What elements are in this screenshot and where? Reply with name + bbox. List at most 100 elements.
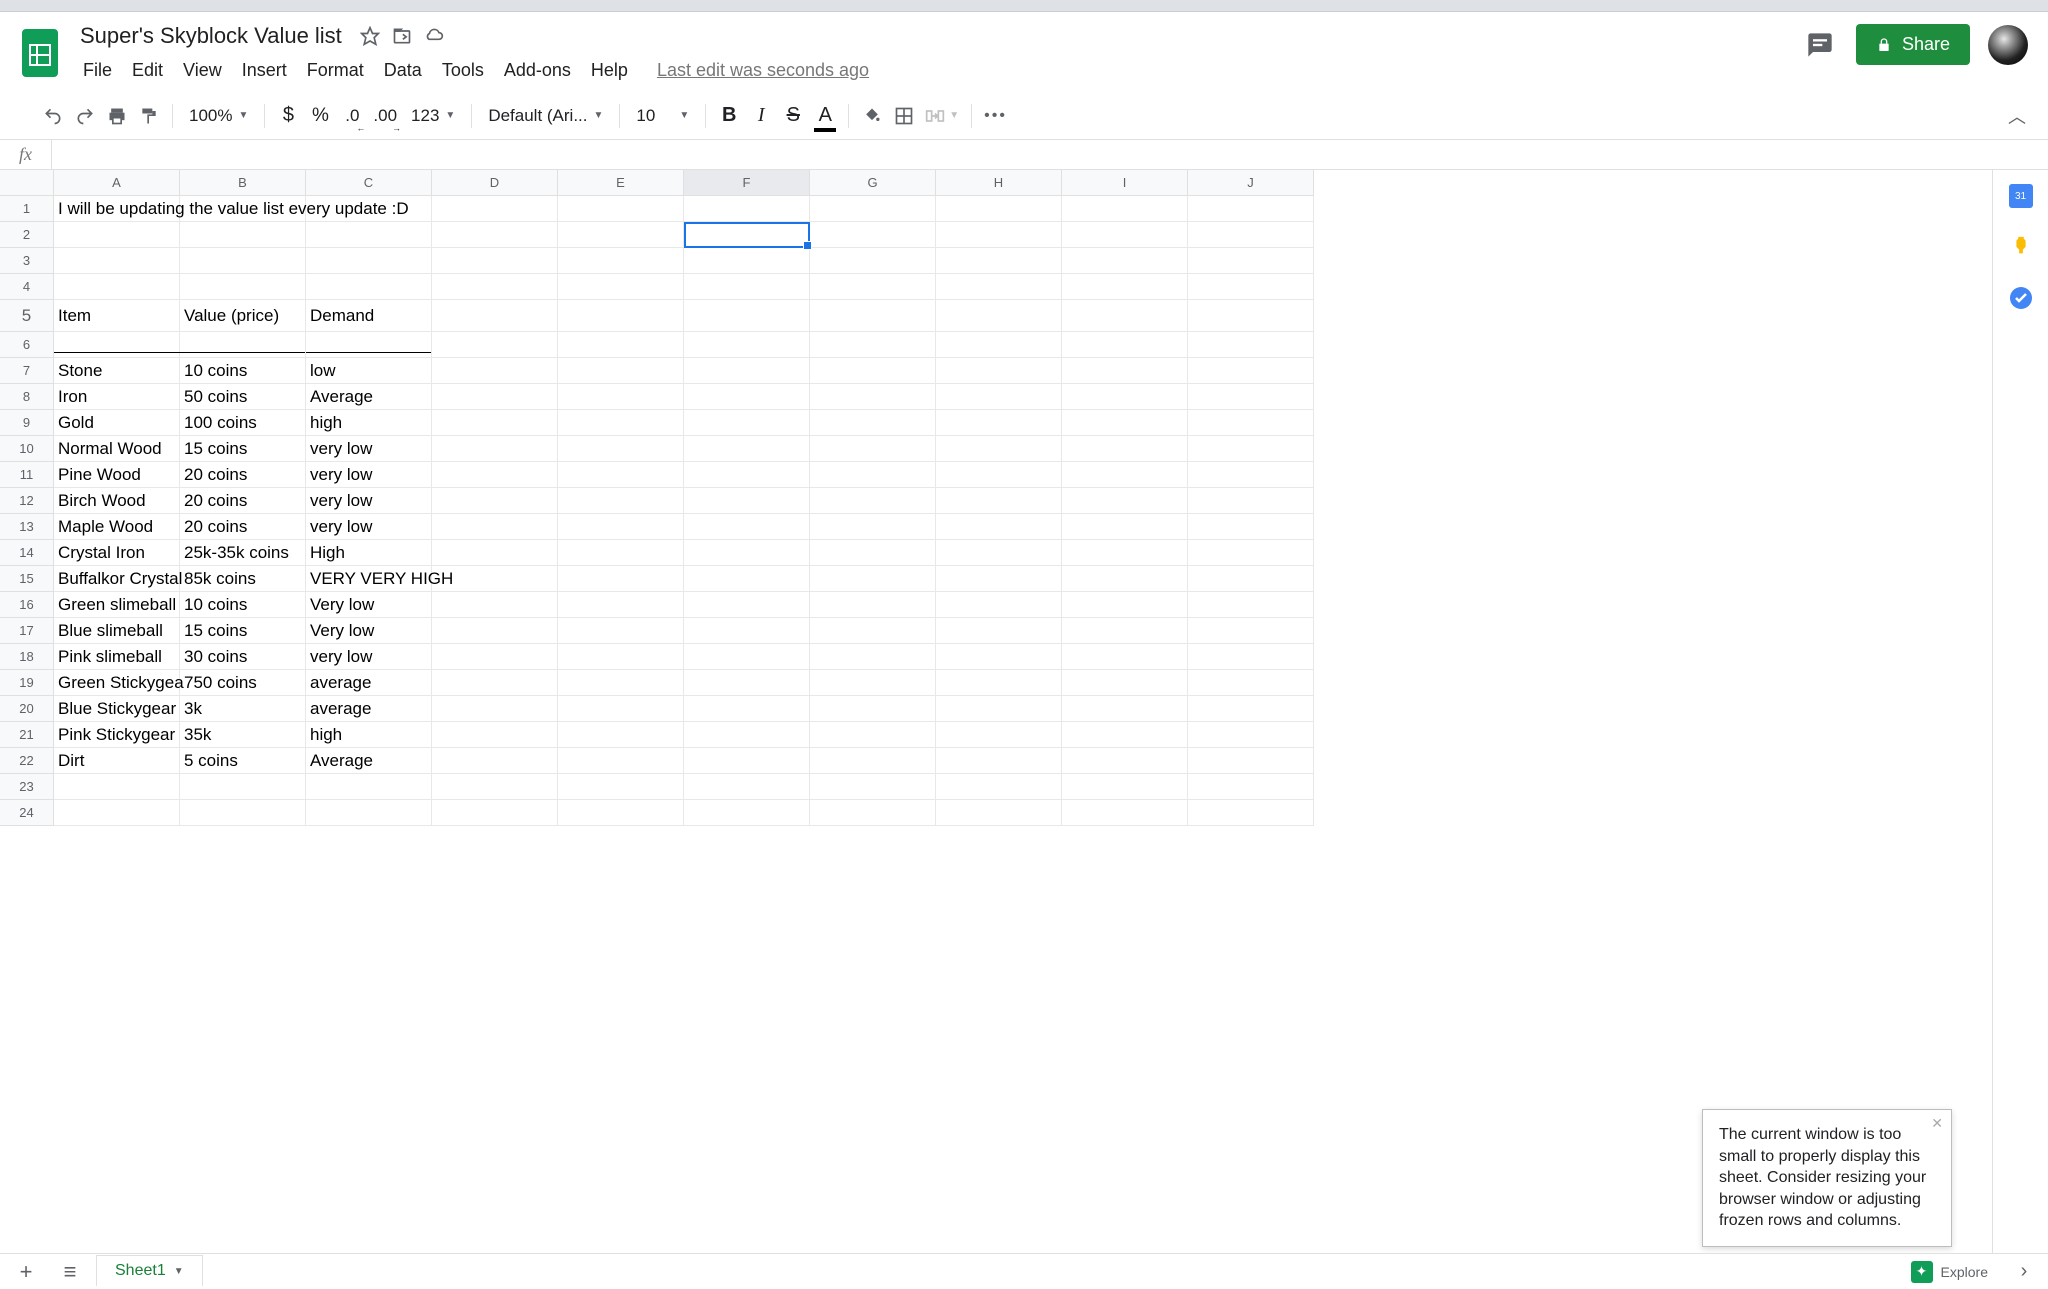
cell-G7[interactable] [810,358,936,384]
cell-H24[interactable] [936,800,1062,826]
cell-F15[interactable] [684,566,810,592]
cell-J8[interactable] [1188,384,1314,410]
tasks-sidebar-icon[interactable] [2007,284,2035,312]
cell-A2[interactable] [54,222,180,248]
cell-B7[interactable]: 10 coins [180,358,306,384]
row-header-17[interactable]: 17 [0,618,54,644]
cell-J14[interactable] [1188,540,1314,566]
cell-F13[interactable] [684,514,810,540]
cell-A15[interactable]: Buffalkor Crystal [54,566,180,592]
sheet-tab-sheet1[interactable]: Sheet1 ▼ [96,1255,203,1286]
cell-A4[interactable] [54,274,180,300]
explore-button[interactable]: ✦ Explore [1899,1261,2000,1283]
cell-C10[interactable]: very low [306,436,432,462]
tabs-scroll-right-button[interactable]: › [2008,1260,2040,1283]
cell-A9[interactable]: Gold [54,410,180,436]
cell-B5[interactable]: Value (price) [180,300,306,332]
cell-E11[interactable] [558,462,684,488]
cell-J12[interactable] [1188,488,1314,514]
cell-E19[interactable] [558,670,684,696]
cell-G3[interactable] [810,248,936,274]
cell-D8[interactable] [432,384,558,410]
cell-G9[interactable] [810,410,936,436]
cell-E23[interactable] [558,774,684,800]
cell-G8[interactable] [810,384,936,410]
cell-E2[interactable] [558,222,684,248]
cell-E6[interactable] [558,332,684,358]
cell-B4[interactable] [180,274,306,300]
cell-G1[interactable] [810,196,936,222]
cell-E3[interactable] [558,248,684,274]
cell-D16[interactable] [432,592,558,618]
keep-sidebar-icon[interactable] [2007,232,2035,260]
cell-H8[interactable] [936,384,1062,410]
column-header-F[interactable]: F [684,170,810,196]
select-all-corner[interactable] [0,170,54,196]
column-header-G[interactable]: G [810,170,936,196]
cell-I3[interactable] [1062,248,1188,274]
cell-J5[interactable] [1188,300,1314,332]
cell-B11[interactable]: 20 coins [180,462,306,488]
cell-B13[interactable]: 20 coins [180,514,306,540]
document-title[interactable]: Super's Skyblock Value list [74,21,348,51]
menu-format[interactable]: Format [298,56,373,85]
paint-format-button[interactable] [134,101,164,131]
cell-G6[interactable] [810,332,936,358]
cell-C20[interactable]: average [306,696,432,722]
cell-J19[interactable] [1188,670,1314,696]
cell-D3[interactable] [432,248,558,274]
cell-I2[interactable] [1062,222,1188,248]
font-dropdown[interactable]: Default (Ari... ▼ [480,106,611,126]
cell-F18[interactable] [684,644,810,670]
cell-A16[interactable]: Green slimeball [54,592,180,618]
cell-I8[interactable] [1062,384,1188,410]
cell-A7[interactable]: Stone [54,358,180,384]
column-header-E[interactable]: E [558,170,684,196]
cell-E18[interactable] [558,644,684,670]
spreadsheet-grid[interactable]: ABCDEFGHIJ1I will be updating the value … [0,170,1992,1253]
cell-G18[interactable] [810,644,936,670]
cell-C24[interactable] [306,800,432,826]
cell-J23[interactable] [1188,774,1314,800]
cell-A19[interactable]: Green Stickygea [54,670,180,696]
cell-I24[interactable] [1062,800,1188,826]
row-header-23[interactable]: 23 [0,774,54,800]
cell-B8[interactable]: 50 coins [180,384,306,410]
more-formats-dropdown[interactable]: 123▼ [403,106,463,126]
cell-F24[interactable] [684,800,810,826]
redo-button[interactable] [70,101,100,131]
cell-D7[interactable] [432,358,558,384]
cell-I16[interactable] [1062,592,1188,618]
account-avatar[interactable] [1988,25,2028,65]
cell-F7[interactable] [684,358,810,384]
cell-H20[interactable] [936,696,1062,722]
cell-E14[interactable] [558,540,684,566]
cell-C14[interactable]: High [306,540,432,566]
cell-H3[interactable] [936,248,1062,274]
close-icon[interactable]: ✕ [1931,1114,1943,1133]
cell-D4[interactable] [432,274,558,300]
cell-H14[interactable] [936,540,1062,566]
cell-A6[interactable] [54,332,180,358]
cell-H18[interactable] [936,644,1062,670]
cell-F12[interactable] [684,488,810,514]
cell-E13[interactable] [558,514,684,540]
cell-I13[interactable] [1062,514,1188,540]
formula-input[interactable] [52,140,2048,169]
column-header-B[interactable]: B [180,170,306,196]
row-header-13[interactable]: 13 [0,514,54,540]
cell-I18[interactable] [1062,644,1188,670]
borders-button[interactable] [889,101,919,131]
cell-F4[interactable] [684,274,810,300]
cell-D2[interactable] [432,222,558,248]
cell-I20[interactable] [1062,696,1188,722]
cell-E1[interactable] [558,196,684,222]
cell-A11[interactable]: Pine Wood [54,462,180,488]
fill-color-button[interactable] [857,101,887,131]
cell-B2[interactable] [180,222,306,248]
column-header-H[interactable]: H [936,170,1062,196]
cell-G4[interactable] [810,274,936,300]
cell-G21[interactable] [810,722,936,748]
cell-I1[interactable] [1062,196,1188,222]
last-edit-link[interactable]: Last edit was seconds ago [657,60,869,81]
